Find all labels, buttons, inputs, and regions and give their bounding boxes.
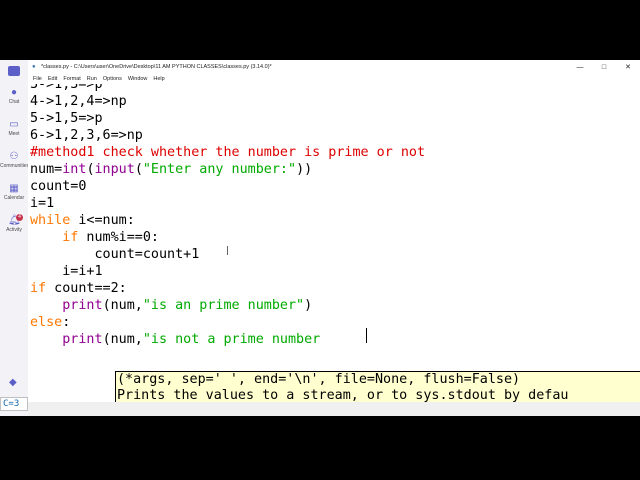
maximize-button[interactable]: □ [592, 64, 616, 71]
sidebar-item-label: Calendar [3, 195, 25, 201]
sidebar-item-label: Communities [0, 163, 30, 169]
calltip-popup: (*args, sep=' ', end='\n', file=None, fl… [115, 371, 640, 402]
sidebar-item-meet[interactable]: ▭ Meet [0, 119, 28, 138]
code-line: 3->1,3=>p [30, 84, 103, 92]
code-line: 6->1,2,3,6=>np [30, 128, 143, 143]
menu-file[interactable]: File [33, 76, 42, 82]
code-line: i=1 [30, 196, 55, 211]
menu-format[interactable]: Format [63, 76, 80, 82]
mouse-ibeam-cursor [227, 246, 228, 255]
code-line: i=i+1 [30, 264, 103, 279]
code-line: 4->1,2,4=>np [30, 94, 127, 109]
gem-icon[interactable]: ◆ [9, 377, 17, 388]
code-line: if count==2: [30, 281, 127, 296]
code-line: print(num,"is not a prime number [62, 332, 321, 347]
sidebar-item-communities[interactable]: ⚇ Communities [0, 151, 30, 170]
calltip-signature: (*args, sep=' ', end='\n', file=None, fl… [117, 372, 521, 387]
teams-logo-icon[interactable] [8, 66, 20, 76]
sidebar-item-label: Activity [6, 227, 22, 233]
title-bar: ● *classes.py - C:\Users\user\OneDrive\D… [28, 60, 640, 74]
status-bar [28, 402, 640, 416]
window-title: *classes.py - C:\Users\user\OneDrive\Des… [41, 64, 272, 70]
menu-options[interactable]: Options [103, 76, 122, 82]
code-editor[interactable]: 3->1,3=>p 4->1,2,4=>np 5->1,5=>p 6->1,2,… [28, 84, 640, 402]
teams-sidebar: ● Chat ▭ Meet ⚇ Communities ▦ Calendar 🔔… [0, 60, 30, 416]
code-line: count=0 [30, 179, 87, 194]
code-line: else: [30, 315, 71, 330]
minimize-button[interactable]: — [568, 64, 592, 71]
code-line: count=count+1 [30, 247, 200, 262]
menu-run[interactable]: Run [87, 76, 97, 82]
code-line: print(num,"is an prime number") [62, 298, 313, 313]
chat-icon: ● [10, 87, 18, 98]
sidebar-item-label: Chat [8, 99, 20, 105]
menu-help[interactable]: Help [153, 76, 164, 82]
calendar-icon: ▦ [9, 183, 19, 194]
idle-editor-window: ● *classes.py - C:\Users\user\OneDrive\D… [28, 60, 640, 416]
activity-badge: 4 [16, 214, 23, 221]
code-line: 5->1,5=>p [30, 111, 103, 126]
text-cursor [366, 328, 367, 343]
sidebar-item-label: Meet [8, 131, 20, 137]
code-line: num=int(input("Enter any number:")) [30, 162, 313, 177]
communities-icon: ⚇ [9, 151, 19, 162]
menu-bar: File Edit Format Run Options Window Help [28, 74, 640, 84]
video-icon: ▭ [9, 119, 19, 130]
code-line: if num%i==0: [62, 230, 159, 245]
menu-edit[interactable]: Edit [48, 76, 57, 82]
python-icon: ● [32, 64, 36, 70]
code-line: while i<=num: [30, 213, 135, 228]
calltip-doc: Prints the values to a stream, or to sys… [117, 388, 569, 402]
sidebar-item-calendar[interactable]: ▦ Calendar [0, 183, 28, 202]
code-line: #method1 check whether the number is pri… [30, 145, 426, 160]
sidebar-item-chat[interactable]: ● Chat [0, 87, 28, 106]
shell-window-edge[interactable]: C=3 [0, 397, 28, 411]
close-button[interactable]: ✕ [616, 63, 640, 71]
menu-window[interactable]: Window [128, 76, 148, 82]
sidebar-item-activity[interactable]: 🔔︎ 4 Activity [0, 214, 28, 233]
